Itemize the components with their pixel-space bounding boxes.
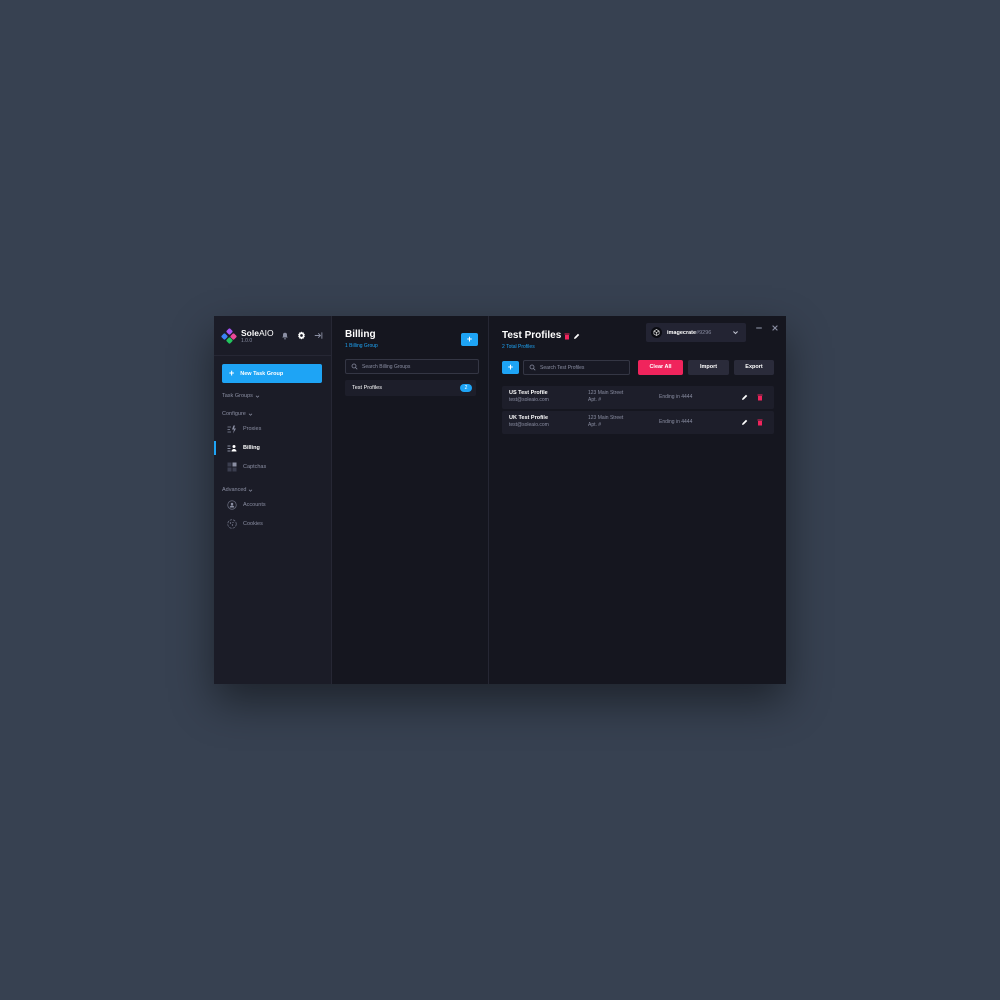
profiles-panel: Test Profiles 2 Total Profiles imagecrat… bbox=[489, 316, 786, 684]
profile-count-badge: 2 bbox=[460, 384, 472, 392]
add-profile-button[interactable]: + bbox=[502, 361, 519, 374]
export-button[interactable]: Export bbox=[734, 360, 774, 375]
sidebar-item-proxies[interactable]: Proxies bbox=[214, 422, 332, 436]
brand: SoleAIO 1.0.0 bbox=[214, 316, 331, 356]
total-profiles-count: 2 Total Profiles bbox=[502, 344, 535, 350]
profile-card: Ending in 4444 bbox=[659, 419, 693, 425]
app-window: SoleAIO 1.0.0 + New Task Group Task Grou… bbox=[214, 316, 786, 684]
billing-groups-panel: Billing 1 Billing Group + Search Billing… bbox=[332, 316, 489, 684]
bell-icon[interactable] bbox=[280, 331, 289, 340]
user-account-dropdown[interactable]: imagecrate #9296 bbox=[646, 323, 746, 342]
section-task-groups[interactable]: Task Groups bbox=[222, 393, 260, 399]
section-advanced[interactable]: Advanced bbox=[222, 487, 253, 493]
minimize-icon[interactable] bbox=[754, 323, 763, 332]
profile-email: test@soleaio.com bbox=[509, 422, 549, 428]
profile-row[interactable]: US Test Profile test@soleaio.com 123 Mai… bbox=[502, 386, 774, 409]
sidebar: SoleAIO 1.0.0 + New Task Group Task Grou… bbox=[214, 316, 332, 684]
chevron-down-icon bbox=[732, 329, 739, 336]
plus-icon: + bbox=[229, 368, 235, 378]
app-version: 1.0.0 bbox=[241, 337, 253, 344]
clear-all-button[interactable]: Clear All bbox=[638, 360, 683, 375]
search-billing-groups-input[interactable]: Search Billing Groups bbox=[345, 359, 479, 374]
profile-card: Ending in 4444 bbox=[659, 394, 693, 400]
sidebar-item-accounts[interactable]: Accounts bbox=[214, 498, 332, 512]
profiles-title: Test Profiles bbox=[502, 330, 562, 341]
avatar bbox=[651, 327, 662, 338]
search-icon bbox=[351, 363, 358, 370]
sidebar-item-cookies[interactable]: Cookies bbox=[214, 517, 332, 531]
collapse-sidebar-icon[interactable] bbox=[314, 331, 323, 340]
profile-address: 123 Main Street bbox=[588, 415, 624, 421]
edit-group-icon[interactable] bbox=[572, 332, 580, 340]
soleaio-logo-icon bbox=[220, 327, 238, 345]
chevron-down-icon bbox=[249, 488, 253, 492]
close-icon[interactable] bbox=[770, 323, 779, 332]
billing-group-count: 1 Billing Group bbox=[345, 343, 378, 349]
edit-profile-icon[interactable] bbox=[741, 394, 748, 401]
delete-profile-icon[interactable] bbox=[756, 394, 763, 401]
search-icon bbox=[529, 364, 536, 371]
profile-address: 123 Main Street bbox=[588, 390, 624, 396]
delete-group-icon[interactable] bbox=[563, 332, 571, 340]
cookies-icon bbox=[227, 519, 237, 529]
app-name: SoleAIO bbox=[241, 327, 274, 338]
delete-profile-icon[interactable] bbox=[756, 419, 763, 426]
billing-group-item[interactable]: Test Profiles 2 bbox=[345, 380, 476, 396]
gear-icon[interactable] bbox=[297, 331, 306, 340]
accounts-icon bbox=[227, 500, 237, 510]
import-button[interactable]: Import bbox=[688, 360, 729, 375]
billing-title: Billing bbox=[345, 329, 376, 340]
chevron-down-icon bbox=[248, 412, 253, 416]
sidebar-item-billing[interactable]: Billing bbox=[214, 441, 332, 455]
section-configure[interactable]: Configure bbox=[222, 411, 253, 417]
captchas-icon bbox=[227, 462, 237, 472]
profile-email: test@soleaio.com bbox=[509, 397, 549, 403]
chevron-down-icon bbox=[255, 394, 260, 398]
search-profiles-input[interactable]: Search Test Profiles bbox=[523, 360, 630, 375]
profile-address-2: Apt. # bbox=[588, 422, 602, 428]
new-task-group-button[interactable]: + New Task Group bbox=[222, 364, 322, 383]
edit-profile-icon[interactable] bbox=[741, 419, 748, 426]
proxies-icon bbox=[227, 424, 237, 434]
billing-icon bbox=[227, 443, 237, 453]
sidebar-item-captchas[interactable]: Captchas bbox=[214, 460, 332, 474]
profile-address-2: Apt. # bbox=[588, 397, 602, 403]
profile-name: UK Test Profile bbox=[509, 415, 549, 421]
profile-row[interactable]: UK Test Profile test@soleaio.com 123 Mai… bbox=[502, 411, 774, 434]
profile-name: US Test Profile bbox=[509, 390, 548, 396]
add-billing-group-button[interactable]: + bbox=[461, 333, 478, 346]
